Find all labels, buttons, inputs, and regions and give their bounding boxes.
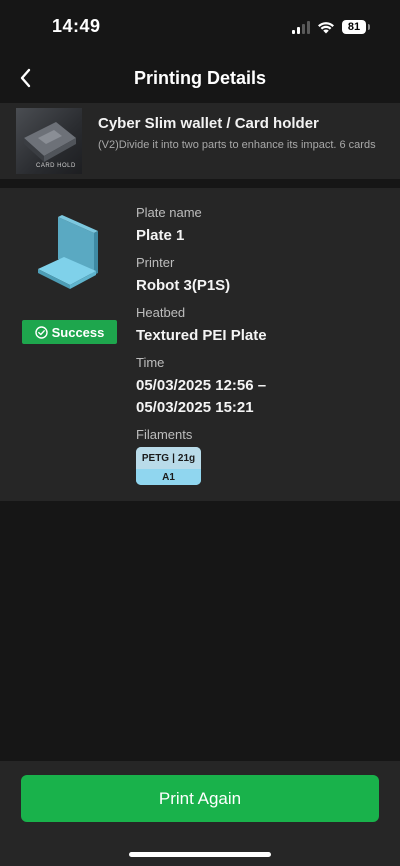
- filaments-label: Filaments: [136, 427, 193, 442]
- heatbed-value: Textured PEI Plate: [136, 327, 267, 344]
- filament-slot: A1: [136, 469, 201, 485]
- filament-info: PETG | 21g: [136, 447, 201, 469]
- status-badge: Success: [22, 320, 117, 344]
- plate-name-value: Plate 1: [136, 227, 185, 244]
- filament-type: PETG: [141, 452, 170, 464]
- printer-label: Printer: [136, 255, 175, 270]
- plate-name-label: Plate name: [136, 205, 202, 220]
- model-description: (V2)Divide it into two parts to enhance …: [98, 139, 376, 151]
- model-title: Cyber Slim wallet / Card holder: [98, 115, 319, 132]
- home-indicator: [129, 852, 271, 857]
- printer-value: Robot 3(P1S): [136, 277, 231, 294]
- thumbnail-label: CARD HOLD: [36, 163, 76, 169]
- status-text: Success: [51, 324, 105, 340]
- time-end-value: 05/03/2025 15:21: [136, 399, 254, 416]
- time-label: Time: [136, 355, 165, 370]
- check-circle-icon: [34, 325, 48, 339]
- filament-separator: |: [172, 452, 175, 464]
- heatbed-label: Heatbed: [136, 305, 186, 320]
- signal-icon: [292, 20, 310, 34]
- battery-icon: 81: [342, 20, 370, 34]
- filament-weight: 21g: [177, 452, 196, 464]
- nav-bar: Printing Details: [0, 56, 400, 100]
- print-detail-card: Success Plate name Plate 1 Printer Robot…: [0, 188, 400, 501]
- time-start-value: 05/03/2025 12:56 –: [136, 377, 267, 394]
- status-icons: 81: [292, 18, 370, 36]
- plate-preview-image: [38, 215, 98, 289]
- status-bar: 14:49 81: [0, 0, 400, 54]
- filament-chip: PETG | 21g A1: [136, 447, 201, 485]
- bottom-action-bar: Print Again: [0, 761, 400, 866]
- print-again-button[interactable]: Print Again: [21, 775, 379, 822]
- status-time: 14:49: [52, 16, 101, 36]
- wifi-icon: [318, 22, 334, 34]
- page-title: Printing Details: [133, 68, 267, 88]
- model-thumbnail: CARD HOLD: [16, 108, 82, 174]
